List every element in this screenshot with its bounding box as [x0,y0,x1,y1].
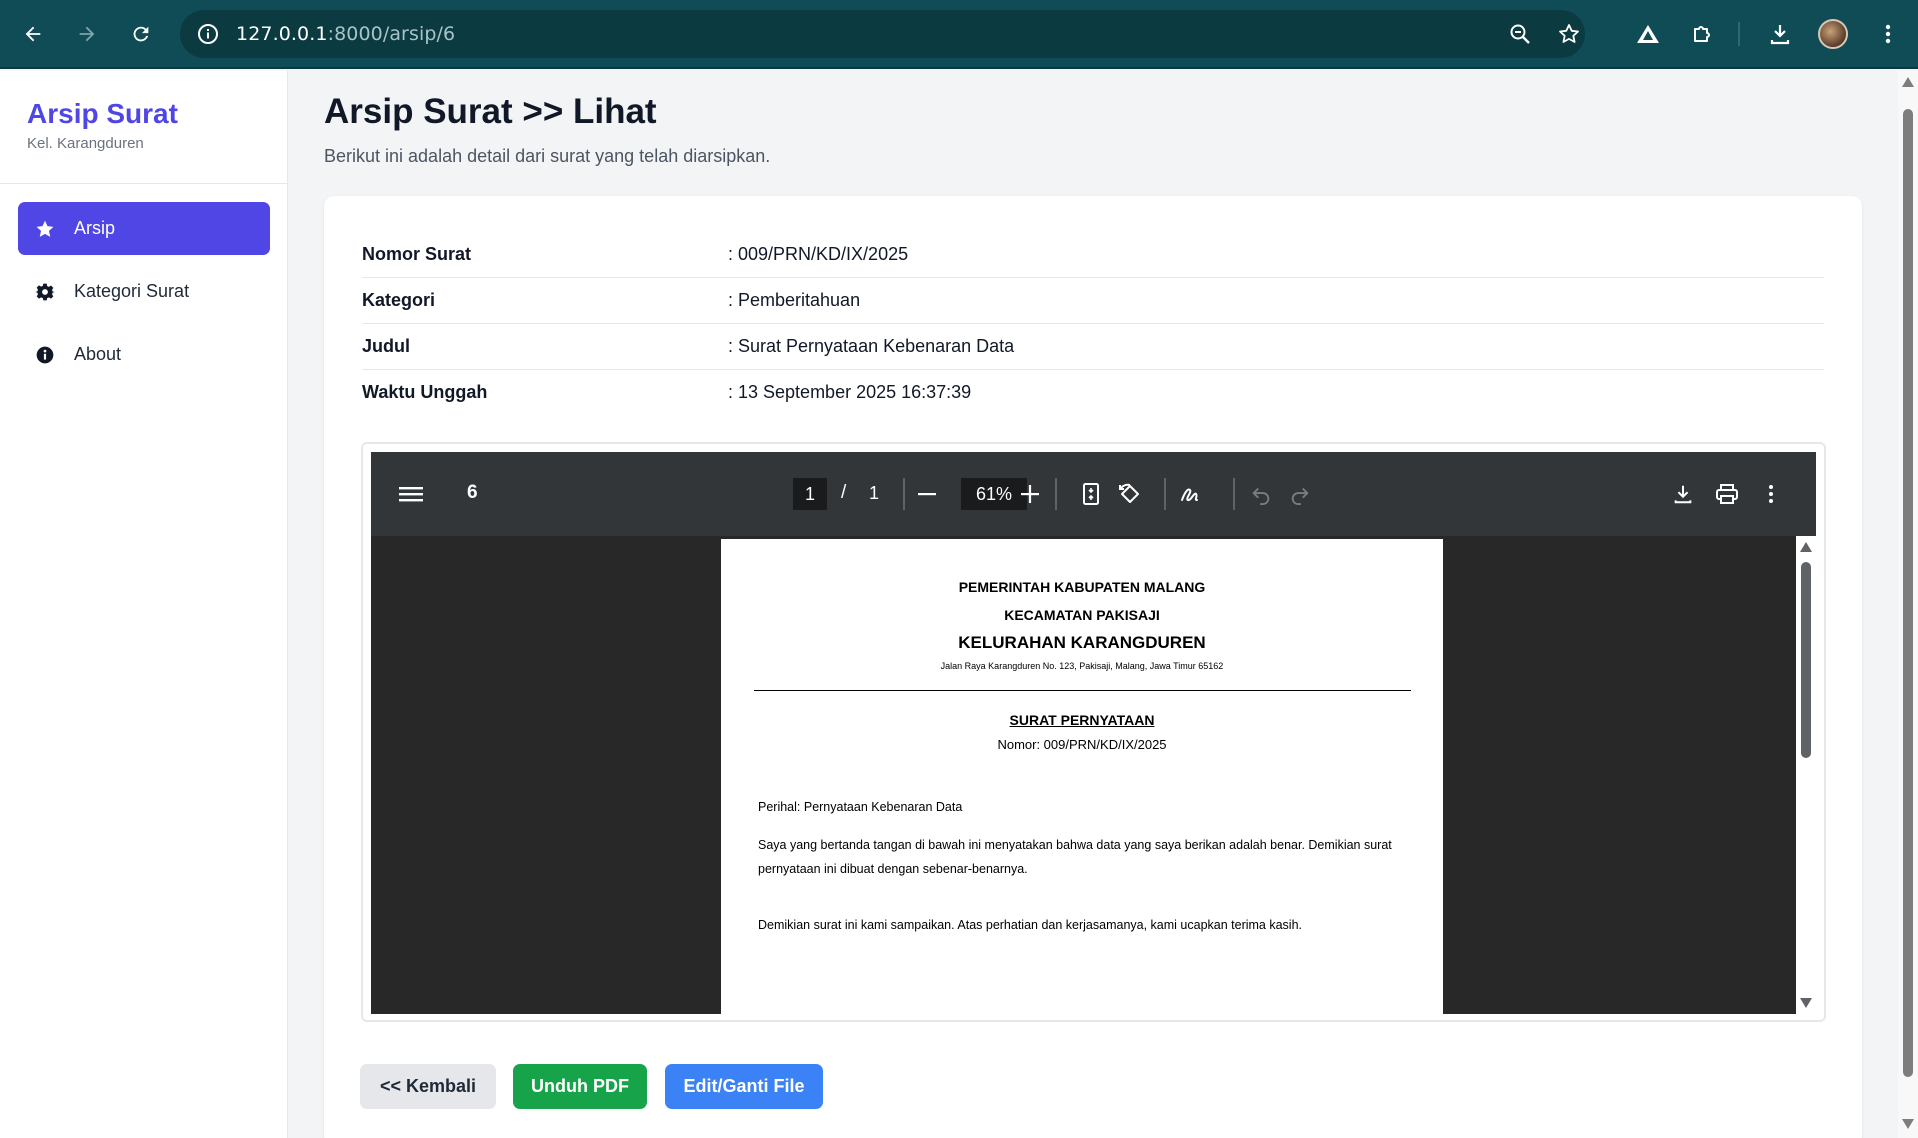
forward-arrow-icon[interactable] [69,16,105,52]
sidebar-item-about[interactable]: About [18,328,270,381]
annotate-pen-icon[interactable] [1177,480,1205,508]
scroll-up-arrow-icon[interactable] [1800,542,1812,552]
detail-table: Nomor Surat : 009/PRN/KD/IX/2025 Kategor… [362,232,1824,416]
letterhead-address: Jalan Raya Karangduren No. 123, Pakisaji… [940,661,1224,671]
print-icon[interactable] [1713,480,1741,508]
document-closing: Demikian surat ini kami sampaikan. Atas … [758,918,1303,932]
extensions-puzzle-icon[interactable] [1685,16,1721,52]
detail-row-kategori: Kategori : Pemberitahuan [362,278,1824,324]
gear-icon [34,281,56,303]
fit-page-icon[interactable] [1077,480,1105,508]
pdf-scroll-thumb[interactable] [1801,562,1811,758]
document-body: Saya yang bertanda tangan di bawah ini m… [758,838,1392,876]
chrome-menu-icon[interactable] [1870,16,1906,52]
sidebar-divider [0,183,288,184]
url-host: 127.0.0.1 [236,23,328,45]
back-arrow-icon[interactable] [15,16,51,52]
page-title: Arsip Surat >> Lihat [324,92,657,131]
detail-label: Nomor Surat [362,244,472,264]
document-number: Nomor: 009/PRN/KD/IX/2025 [997,737,1167,752]
letterhead-line-2: KECAMATAN PAKISAJI [1004,607,1160,623]
sidebar-item-label: Kategori Surat [74,281,190,301]
url-text[interactable]: 127.0.0.1:8000/arsip/6 [236,23,455,45]
undo-icon[interactable] [1247,480,1275,508]
sidebar: Arsip Surat Kel. Karangduren Arsip Kateg… [0,71,288,1138]
toolbar-separator [1738,22,1740,46]
zoom-in-icon[interactable] [1016,480,1044,508]
hamburger-menu-icon[interactable] [397,480,425,508]
letterhead-rule [754,690,1411,691]
brand-subtitle: Kel. Karangduren [27,135,144,152]
pdf-title: 6 [467,482,478,503]
url-path: :8000/arsip/6 [327,23,456,45]
rotate-icon[interactable] [1116,480,1144,508]
sidebar-item-label: Arsip [74,218,116,238]
document-title: SURAT PERNYATAAN [1009,712,1155,728]
site-info-icon[interactable] [196,22,220,51]
reload-icon[interactable] [123,16,159,52]
detail-row-waktu-unggah: Waktu Unggah : 13 September 2025 16:37:3… [362,370,1824,416]
redo-icon[interactable] [1286,480,1314,508]
detail-value: : Pemberitahuan [728,290,861,310]
window-scroll-thumb[interactable] [1903,109,1913,1077]
download-pdf-button[interactable]: Unduh PDF [513,1064,647,1109]
pdf-embed-frame: 6 1 / 1 61% PEMERINTAH KABUPATEN MALANG … [361,442,1826,1022]
toolbar-divider [1164,478,1166,510]
star-icon [34,218,56,240]
scroll-down-arrow-icon[interactable] [1800,998,1812,1008]
downloads-icon[interactable] [1762,16,1798,52]
detail-row-nomor-surat: Nomor Surat : 009/PRN/KD/IX/2025 [362,232,1824,278]
sidebar-item-arsip[interactable]: Arsip [18,202,270,255]
page-subtitle: Berikut ini adalah detail dari surat yan… [324,146,771,166]
extension-triangle-icon[interactable] [1630,16,1666,52]
window-scrollbar[interactable] [1898,71,1918,1138]
toolbar-divider [1055,478,1057,510]
brand[interactable]: Arsip Surat Kel. Karangduren [27,98,178,152]
page-separator: / [841,482,847,503]
bookmark-star-icon[interactable] [1557,22,1581,51]
sidebar-item-kategori-surat[interactable]: Kategori Surat [18,265,270,318]
brand-title[interactable]: Arsip Surat [27,98,178,130]
pdf-toolbar: 6 1 / 1 61% [371,452,1816,536]
letterhead-line-3: KELURAHAN KARANGDUREN [958,633,1206,652]
detail-label: Kategori [362,290,436,310]
info-icon [34,344,56,366]
pdf-more-menu-icon[interactable] [1757,480,1785,508]
sidebar-item-label: About [74,344,122,364]
detail-card: Nomor Surat : 009/PRN/KD/IX/2025 Kategor… [324,196,1862,1138]
detail-value: : Surat Pernyataan Kebenaran Data [728,336,1015,356]
window-scroll-up-arrow-icon[interactable] [1902,77,1914,87]
detail-value: : 009/PRN/KD/IX/2025 [728,244,909,264]
window-scroll-down-arrow-icon[interactable] [1902,1119,1914,1129]
detail-row-judul: Judul : Surat Pernyataan Kebenaran Data [362,324,1824,370]
document-perihal: Perihal: Pernyataan Kebenaran Data [758,800,963,814]
pdf-page: PEMERINTAH KABUPATEN MALANG KECAMATAN PA… [721,539,1443,1014]
detail-label: Judul [362,336,410,356]
detail-value: : 13 September 2025 16:37:39 [728,382,972,402]
edit-replace-file-button[interactable]: Edit/Ganti File [665,1064,823,1109]
toolbar-divider [1233,478,1235,510]
page-total: 1 [869,483,880,503]
pdf-scrollbar[interactable] [1796,536,1816,1014]
zoom-magnifier-icon[interactable] [1508,22,1532,51]
zoom-out-icon[interactable] [913,480,941,508]
detail-label: Waktu Unggah [362,382,488,402]
toolbar-divider [903,478,905,510]
address-bar[interactable]: 127.0.0.1:8000/arsip/6 [180,10,1585,58]
pdf-download-icon[interactable] [1669,480,1697,508]
pdf-viewer[interactable]: 6 1 / 1 61% PEMERINTAH KABUPATEN MALANG … [371,452,1816,1014]
browser-toolbar: 127.0.0.1:8000/arsip/6 [0,0,1918,69]
page-number-input[interactable]: 1 [793,478,827,510]
profile-avatar[interactable] [1815,16,1851,52]
letterhead-line-1: PEMERINTAH KABUPATEN MALANG [958,579,1206,595]
back-button[interactable]: << Kembali [360,1064,496,1109]
